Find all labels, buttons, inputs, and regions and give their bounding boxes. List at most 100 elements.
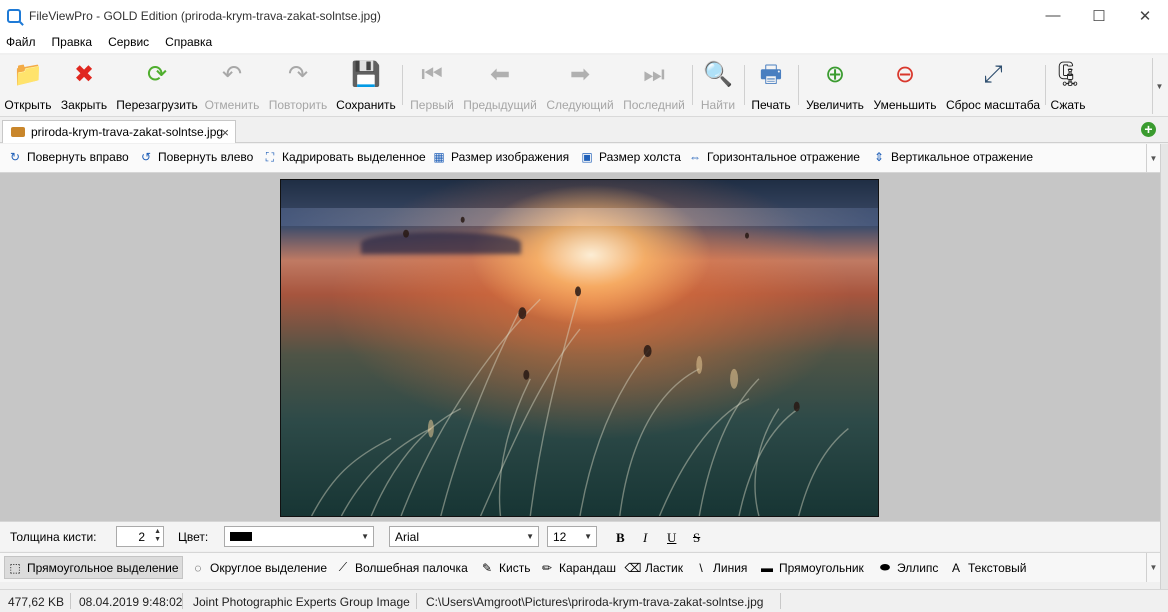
- close-window-button[interactable]: ✕: [1122, 0, 1168, 31]
- font-size-dropdown[interactable]: 12 ▼: [547, 526, 597, 547]
- document-tab-row: priroda-krym-trava-zakat-solntse.jpg × +: [0, 118, 1168, 143]
- previous-icon: ⬅: [489, 61, 511, 88]
- next-button[interactable]: ➡ Следующий: [545, 58, 615, 114]
- save-button[interactable]: 💾 Сохранить: [336, 58, 396, 114]
- canvas-size-button[interactable]: ▣ Размер холста: [580, 150, 681, 164]
- open-button[interactable]: 📁 Открыть: [4, 58, 52, 114]
- ellipse-select-label: Округлое выделение: [210, 560, 328, 575]
- reload-button[interactable]: ⟳ Перезагрузить: [116, 58, 198, 114]
- canvas-size-label: Размер холста: [599, 150, 681, 164]
- close-x-icon: ✖: [73, 61, 95, 88]
- new-tab-plus-icon[interactable]: +: [1141, 122, 1156, 137]
- maximize-button[interactable]: ☐: [1076, 0, 1122, 31]
- toolbar-separator: [798, 65, 799, 105]
- zoom-out-label: Уменьшить: [873, 98, 937, 112]
- drawing-settings-bar: Толщина кисти: 2 ▲ ▼ Цвет: ▼ Arial ▼ 12 ▼…: [0, 521, 1160, 551]
- first-button[interactable]: ⏮ Первый: [409, 58, 455, 114]
- flip-horizontal-button[interactable]: ⇔ Горизонтальное отражение: [688, 150, 860, 164]
- reset-zoom-label: Сброс масштаба: [945, 98, 1041, 112]
- ellipse-icon: ⬬: [879, 560, 891, 574]
- rotate-left-label: Повернуть влево: [158, 150, 254, 164]
- previous-button[interactable]: ⬅ Предыдущий: [462, 58, 538, 114]
- flip-vertical-icon: ⇕: [873, 150, 885, 164]
- reset-zoom-icon: ⤢: [983, 61, 1003, 88]
- tools-bar-overflow-button[interactable]: ▼: [1146, 553, 1160, 582]
- image-canvas[interactable]: [0, 173, 1160, 521]
- flip-vertical-button[interactable]: ⇕ Вертикальное отражение: [872, 150, 1033, 164]
- rectangle-tool[interactable]: ▬ Прямоугольник: [757, 556, 867, 579]
- strikethrough-button[interactable]: S: [693, 530, 700, 546]
- rotate-right-button[interactable]: ↻ Повернуть вправо: [8, 150, 129, 164]
- document-tab-title: priroda-krym-trava-zakat-solntse.jpg: [31, 125, 224, 139]
- stepper-arrows-icon[interactable]: ▲ ▼: [154, 528, 161, 544]
- minimize-button[interactable]: —: [1030, 0, 1076, 31]
- pencil-icon: ✏: [541, 560, 553, 575]
- undo-icon: ↶: [221, 61, 243, 88]
- menu-file[interactable]: Файл: [2, 35, 40, 49]
- pencil-tool[interactable]: ✏ Карандаш: [537, 556, 619, 579]
- edit-toolbar-overflow-button[interactable]: ▼: [1146, 144, 1160, 172]
- redo-button[interactable]: ↷ Повторить: [268, 58, 328, 114]
- brush-tool[interactable]: ✎ Кисть: [477, 556, 533, 579]
- image-size-button[interactable]: ▦ Размер изображения: [432, 150, 569, 164]
- main-toolbar: 📁 Открыть ✖ Закрыть ⟳ Перезагрузить ↶ От…: [0, 55, 1168, 117]
- find-label: Найти: [700, 98, 736, 112]
- brush-width-stepper[interactable]: 2 ▲ ▼: [116, 526, 164, 547]
- text-tool[interactable]: A Текстовый: [946, 556, 1029, 579]
- print-button[interactable]: 🖶 Печать: [750, 58, 792, 114]
- ellipse-select-icon: ◌: [194, 560, 202, 575]
- rect-select-tool[interactable]: ⬚ Прямоугольное выделение: [4, 556, 183, 579]
- print-label: Печать: [751, 98, 791, 112]
- text-icon: A: [951, 560, 960, 575]
- document-tab[interactable]: priroda-krym-trava-zakat-solntse.jpg ×: [2, 120, 236, 143]
- flip-horizontal-label: Горизонтальное отражение: [707, 150, 860, 164]
- eraser-label: Ластик: [645, 560, 683, 575]
- compress-label: Сжать: [1050, 98, 1086, 112]
- italic-button[interactable]: I: [643, 530, 647, 546]
- last-button[interactable]: ⏭ Последний: [622, 58, 686, 114]
- ellipse-tool[interactable]: ⬬ Эллипс: [875, 556, 941, 579]
- brush-icon: ✎: [481, 560, 493, 575]
- menu-help[interactable]: Справка: [161, 35, 216, 49]
- menu-edit[interactable]: Правка: [48, 35, 97, 49]
- zoom-out-button[interactable]: ⊖ Уменьшить: [872, 58, 938, 114]
- save-label: Сохранить: [336, 98, 396, 112]
- line-tool[interactable]: \ Линия: [691, 556, 750, 579]
- underline-button[interactable]: U: [667, 530, 676, 546]
- close-file-button[interactable]: ✖ Закрыть: [59, 58, 109, 114]
- menu-service[interactable]: Сервис: [104, 35, 153, 49]
- printer-icon: 🖶: [759, 61, 783, 88]
- rotate-left-icon: ↺: [140, 150, 152, 164]
- rotate-left-button[interactable]: ↺ Повернуть влево: [139, 150, 253, 164]
- zoom-in-button[interactable]: ⊕ Увеличить: [805, 58, 865, 114]
- first-icon: ⏮: [421, 61, 443, 88]
- toolbar-separator: [402, 65, 403, 105]
- font-family-dropdown[interactable]: Arial ▼: [389, 526, 539, 547]
- previous-label: Предыдущий: [463, 98, 537, 112]
- bold-button[interactable]: B: [616, 530, 625, 546]
- toolbar-overflow-button[interactable]: ▼: [1152, 58, 1166, 114]
- color-picker-dropdown[interactable]: ▼: [224, 526, 374, 547]
- window-controls: — ☐ ✕: [1030, 0, 1168, 31]
- compress-button[interactable]: 🗜 Сжать: [1050, 58, 1086, 114]
- close-tab-icon[interactable]: ×: [221, 125, 229, 140]
- next-icon: ➡: [569, 61, 591, 88]
- find-button[interactable]: 🔍 Найти: [698, 58, 738, 114]
- status-file-size: 477,62 KB: [8, 595, 65, 609]
- ellipse-select-tool[interactable]: ◌ Округлое выделение: [188, 556, 330, 579]
- status-modified-date: 08.04.2019 9:48:02: [79, 595, 183, 609]
- first-label: Первый: [410, 98, 454, 112]
- eraser-tool[interactable]: ⌫ Ластик: [623, 556, 686, 579]
- vertical-scrollbar[interactable]: [1160, 144, 1168, 589]
- reset-zoom-button[interactable]: ⤢ Сброс масштаба: [945, 58, 1041, 114]
- close-file-label: Закрыть: [60, 98, 108, 112]
- undo-button[interactable]: ↶ Отменить: [204, 58, 260, 114]
- magic-wand-tool[interactable]: ⟋ Волшебная палочка: [333, 556, 471, 579]
- window-title: FileViewPro - GOLD Edition (priroda-krym…: [29, 8, 381, 23]
- crop-selection-label: Кадрировать выделенное: [282, 150, 426, 164]
- chevron-down-icon: ▼: [584, 532, 592, 541]
- crop-selection-button[interactable]: ⛶ Кадрировать выделенное: [263, 150, 426, 165]
- image-size-label: Размер изображения: [451, 150, 570, 164]
- last-icon: ⏭: [643, 61, 665, 88]
- line-icon: \: [699, 560, 703, 575]
